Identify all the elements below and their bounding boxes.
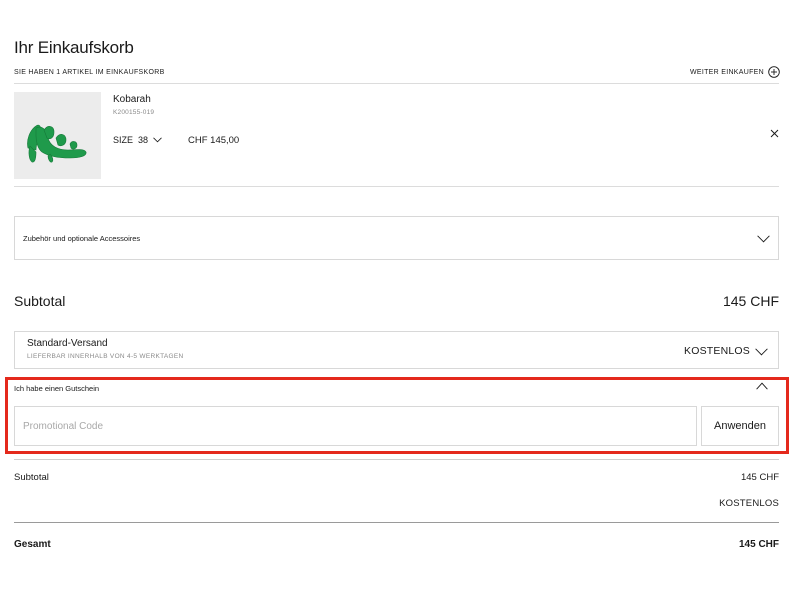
size-selector[interactable]: SIZE 38 [113, 135, 162, 145]
chevron-down-icon [755, 348, 768, 356]
page-title: Ihr Einkaufskorb [14, 38, 134, 57]
chevron-down-icon [757, 235, 770, 243]
divider [14, 522, 779, 523]
items-count: SIE HABEN 1 ARTIKEL IM EINKAUFSKORB [14, 69, 165, 76]
subtotal-title: Subtotal [14, 293, 66, 309]
accessories-label: Zubehör und optionale Accessoires [23, 234, 141, 243]
apply-button[interactable]: Anwenden [701, 406, 779, 446]
summary-shipping-value: KOSTENLOS [719, 498, 779, 509]
product-price: CHF 145,00 [188, 135, 240, 146]
summary-subtotal-value: 145 CHF [740, 472, 779, 483]
summary-subtotal-label: Subtotal [14, 472, 49, 483]
divider [14, 459, 779, 460]
accessories-accordion[interactable]: Zubehör und optionale Accessoires [14, 216, 779, 260]
shipping-price: KOSTENLOS [684, 345, 750, 357]
product-sku: K200155-019 [113, 109, 155, 116]
size-value: 38 [138, 135, 149, 145]
chevron-down-icon [153, 137, 162, 143]
plus-circle-icon [768, 66, 780, 78]
shoe-image [27, 124, 87, 163]
subtotal-amount: 145 CHF [722, 293, 779, 309]
shipping-method-name: Standard-Versand [27, 338, 108, 349]
divider [14, 83, 779, 84]
total-value: 145 CHF [738, 539, 779, 550]
continue-shopping-label: WEITER EINKAUFEN [689, 68, 764, 76]
divider [14, 186, 779, 187]
product-image[interactable] [14, 92, 101, 179]
size-label: SIZE [113, 135, 134, 145]
shipping-selector[interactable]: Standard-Versand LIEFERBAR INNERHALB VON… [14, 331, 779, 369]
chevron-up-icon[interactable] [756, 382, 768, 390]
promo-code-input[interactable] [14, 406, 697, 446]
close-icon[interactable] [769, 128, 780, 139]
shipping-delivery-time: LIEFERBAR INNERHALB VON 4-5 WERKTAGEN [27, 353, 184, 360]
product-name[interactable]: Kobarah [113, 94, 151, 105]
continue-shopping-link[interactable]: WEITER EINKAUFEN [690, 66, 780, 78]
total-label: Gesamt [14, 539, 51, 550]
voucher-toggle-label[interactable]: Ich habe einen Gutschein [14, 384, 99, 393]
